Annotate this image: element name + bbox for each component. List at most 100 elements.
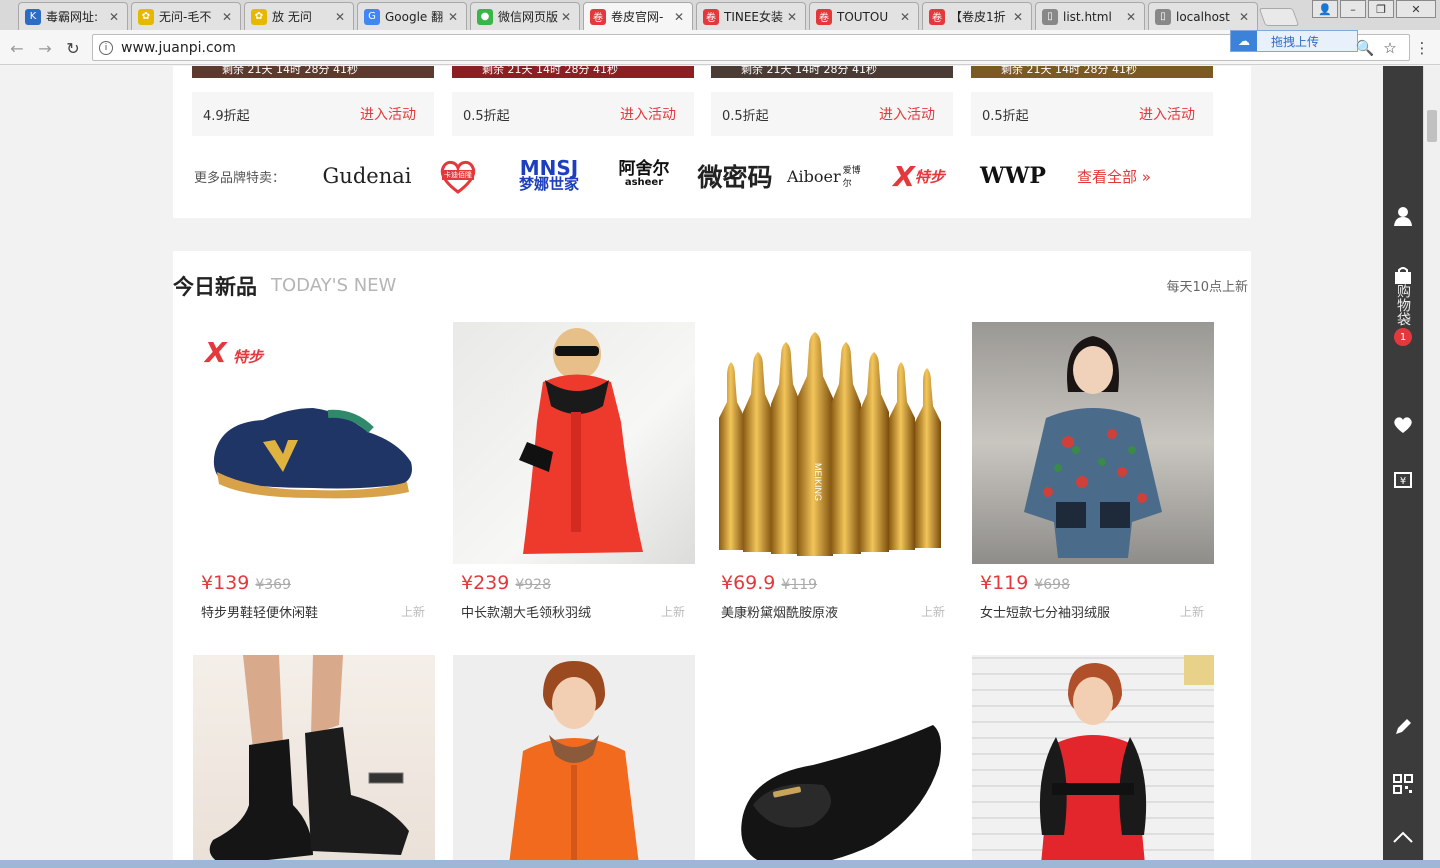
brand-logo-asheer[interactable]: 阿舍尔 asheer bbox=[613, 152, 675, 200]
brand-row: 更多品牌特卖： Gudenai 卡迪佰隆 MNSJ 梦娜世家 阿舍尔 ashee… bbox=[173, 152, 1251, 200]
new-tab-button[interactable] bbox=[1258, 8, 1300, 26]
drag-upload-button[interactable]: ☁ 拖拽上传 bbox=[1230, 30, 1358, 52]
tab-wuwen-1[interactable]: ✿ 无问-毛不 ✕ bbox=[131, 2, 241, 30]
product-image[interactable] bbox=[453, 322, 695, 564]
product-image[interactable] bbox=[453, 655, 695, 860]
qr-code-icon bbox=[1393, 774, 1413, 794]
minimize-button[interactable]: – bbox=[1340, 0, 1366, 18]
tab-juanpi-sale[interactable]: 卷【卷皮1折 ✕ bbox=[922, 2, 1032, 30]
discount-label: 0.5折起 bbox=[463, 108, 510, 124]
product-name[interactable]: 特步男鞋轻便休闲鞋 bbox=[201, 602, 318, 621]
close-icon[interactable]: ✕ bbox=[672, 10, 686, 24]
brand-logo-gudenai[interactable]: Gudenai bbox=[323, 152, 412, 200]
os-taskbar bbox=[0, 860, 1440, 868]
brand-logo-mnsj[interactable]: MNSJ 梦娜世家 bbox=[509, 152, 589, 200]
tab-juanpi[interactable]: 卷卷皮官网- ✕ bbox=[583, 2, 693, 30]
product-card[interactable]: X 特步 ¥139 ¥369 特步男鞋轻便休闲鞋 上新 bbox=[193, 322, 435, 632]
back-icon[interactable]: ← bbox=[6, 37, 28, 59]
enter-activity-link[interactable]: 进入活动 bbox=[620, 104, 676, 124]
favorites-button[interactable] bbox=[1383, 416, 1423, 434]
close-icon[interactable]: ✕ bbox=[107, 10, 121, 24]
brand-logo-weimima[interactable]: 微密码 bbox=[693, 152, 777, 200]
product-card[interactable] bbox=[453, 655, 695, 860]
shopping-bag-button[interactable]: 购物袋 1 bbox=[1383, 266, 1423, 346]
brand-logo-heart[interactable]: 卡迪佰隆 bbox=[435, 152, 481, 200]
tab-favicon-icon: ✿ bbox=[138, 8, 154, 25]
new-tag: 上新 bbox=[1179, 605, 1204, 619]
tab-list-html[interactable]: ▯ list.html ✕ bbox=[1035, 2, 1145, 30]
promo-card[interactable]: 剩余 21天 14时 28分 41秒 0.5折起 进入活动 bbox=[711, 66, 953, 136]
view-all-link[interactable]: 查看全部 » bbox=[1077, 166, 1151, 187]
close-icon[interactable]: ✕ bbox=[898, 10, 912, 24]
product-image[interactable] bbox=[193, 655, 435, 860]
promo-card[interactable]: 剩余 21天 14时 28分 41秒 0.5折起 进入活动 bbox=[971, 66, 1213, 136]
maximize-button[interactable]: ❐ bbox=[1368, 0, 1394, 18]
product-price: ¥69.9 bbox=[721, 572, 776, 594]
product-card[interactable]: MEIKING ¥69.9 ¥119 美康粉黛烟酰胺原液 上新 bbox=[713, 322, 955, 632]
cloud-icon: ☁ bbox=[1231, 31, 1257, 51]
discount-label: 0.5折起 bbox=[722, 108, 769, 124]
product-name[interactable]: 女士短款七分袖羽绒服 bbox=[980, 602, 1110, 621]
page-scrollbar[interactable] bbox=[1423, 66, 1440, 860]
promo-card[interactable]: 剩余 21天 14时 28分 41秒 0.5折起 进入活动 bbox=[452, 66, 694, 136]
product-card[interactable]: ¥119 ¥698 女士短款七分袖羽绒服 上新 bbox=[972, 322, 1214, 632]
tab-localhost[interactable]: ▯ localhost ✕ bbox=[1148, 2, 1258, 30]
cart-count-badge: 1 bbox=[1394, 328, 1412, 346]
close-icon[interactable]: ✕ bbox=[446, 10, 460, 24]
user-center-icon[interactable] bbox=[1383, 206, 1423, 226]
feedback-button[interactable] bbox=[1383, 718, 1423, 736]
close-icon[interactable]: ✕ bbox=[333, 10, 347, 24]
tab-toutou[interactable]: 卷 TOUTOU ✕ bbox=[809, 2, 919, 30]
pencil-icon bbox=[1396, 719, 1411, 734]
close-icon[interactable]: ✕ bbox=[1011, 10, 1025, 24]
product-price: ¥119 bbox=[980, 572, 1029, 594]
brand-name: MNSJ bbox=[519, 156, 579, 180]
ankle-boots-icon bbox=[209, 655, 409, 860]
close-window-button[interactable]: ✕ bbox=[1396, 0, 1436, 18]
back-to-top-button[interactable] bbox=[1383, 830, 1423, 844]
product-image[interactable]: X 特步 bbox=[193, 322, 435, 564]
info-icon[interactable]: i bbox=[99, 40, 113, 55]
scrollbar-thumb[interactable] bbox=[1427, 110, 1437, 142]
zoom-icon[interactable]: 🔍 bbox=[1355, 38, 1375, 58]
brand-logo-wwp[interactable]: WWP bbox=[973, 152, 1053, 200]
promo-card[interactable]: 剩余 21天 14时 28分 41秒 4.9折起 进入活动 bbox=[192, 66, 434, 136]
tab-wuwen-2[interactable]: ✿ 放 无问 ✕ bbox=[244, 2, 354, 30]
tab-google-translate[interactable]: G Google 翻 ✕ bbox=[357, 2, 467, 30]
product-card[interactable] bbox=[713, 655, 955, 860]
original-price: ¥928 bbox=[515, 577, 551, 593]
forward-icon[interactable]: → bbox=[34, 37, 56, 59]
close-icon[interactable]: ✕ bbox=[785, 10, 799, 24]
product-card[interactable]: ¥239 ¥928 中长款潮大毛领秋羽绒 上新 bbox=[453, 322, 695, 632]
bookmark-star-icon[interactable]: ☆ bbox=[1380, 38, 1400, 58]
enter-activity-link[interactable]: 进入活动 bbox=[360, 104, 416, 124]
product-card[interactable] bbox=[193, 655, 435, 860]
coupon-button[interactable]: ¥ bbox=[1383, 472, 1423, 488]
brand-logo-aiboer[interactable]: Aiboer 爱博尔 bbox=[787, 152, 869, 200]
product-image[interactable] bbox=[713, 655, 955, 860]
product-name[interactable]: 美康粉黛烟酰胺原液 bbox=[721, 602, 838, 621]
qr-code-button[interactable] bbox=[1383, 774, 1423, 794]
close-icon[interactable]: ✕ bbox=[1237, 10, 1251, 24]
enter-activity-link[interactable]: 进入活动 bbox=[879, 104, 935, 124]
product-image[interactable]: MEIKING bbox=[713, 322, 955, 564]
product-name[interactable]: 中长款潮大毛领秋羽绒 bbox=[461, 602, 591, 621]
reload-icon[interactable]: ↻ bbox=[62, 37, 84, 59]
more-brands-label: 更多品牌特卖： bbox=[194, 170, 286, 186]
xtep-x-icon: X bbox=[893, 159, 915, 193]
user-icon[interactable]: 👤 bbox=[1312, 0, 1338, 18]
close-icon[interactable]: ✕ bbox=[559, 10, 573, 24]
tab-wechat[interactable]: ● 微信网页版 ✕ bbox=[470, 2, 580, 30]
menu-icon[interactable]: ⋮ bbox=[1412, 38, 1432, 58]
close-icon[interactable]: ✕ bbox=[220, 10, 234, 24]
close-icon[interactable]: ✕ bbox=[1124, 10, 1138, 24]
countdown-strip: 剩余 21天 14时 28分 41秒 bbox=[971, 66, 1213, 78]
product-image[interactable] bbox=[972, 655, 1214, 860]
product-card[interactable] bbox=[972, 655, 1214, 860]
brand-logo-xtep[interactable]: X 特步 bbox=[879, 152, 959, 200]
tab-duba[interactable]: K 毒霸网址: ✕ bbox=[18, 2, 128, 30]
tab-tinee[interactable]: 卷 TINEE女装 ✕ bbox=[696, 2, 806, 30]
enter-activity-link[interactable]: 进入活动 bbox=[1139, 104, 1195, 124]
address-bar[interactable]: i www.juanpi.com bbox=[92, 34, 1410, 61]
product-image[interactable] bbox=[972, 322, 1214, 564]
